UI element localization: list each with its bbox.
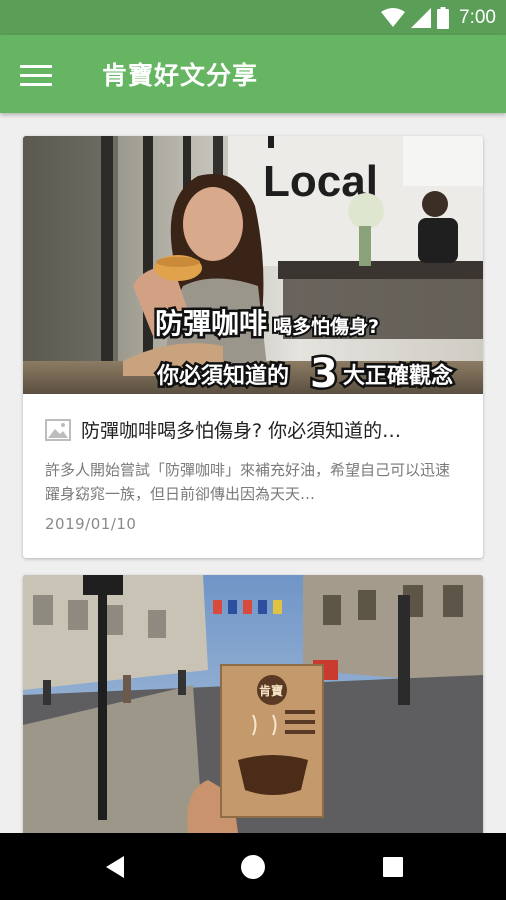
article-title[interactable]: 防彈咖啡喝多怕傷身? 你必須知道的…	[81, 416, 401, 443]
status-bar: 7:00	[0, 0, 506, 35]
svg-text:你必須知道的: 你必須知道的	[156, 363, 289, 389]
package-brand: 肯寶	[259, 683, 283, 698]
article-date: 2019/01/10	[45, 515, 137, 533]
home-icon	[241, 855, 265, 879]
svg-text:大正確觀念: 大正確觀念	[343, 363, 453, 389]
article-title-row[interactable]: 防彈咖啡喝多怕傷身? 你必須知道的…	[45, 416, 401, 443]
svg-text:3: 3	[310, 351, 338, 394]
navigation-bar	[0, 833, 506, 900]
menu-button[interactable]	[20, 57, 60, 93]
recents-icon	[383, 857, 403, 877]
app-bar: 肯寶好文分享	[0, 35, 506, 113]
back-icon	[106, 856, 124, 878]
article-card[interactable]: Local 防彈咖啡 喝多怕傷身? 你必須知道的 3 大正確觀念 防彈咖啡喝多怕…	[23, 136, 483, 558]
article-card[interactable]: 肯寶	[23, 575, 483, 833]
status-icons: 7:00	[381, 6, 496, 30]
app-title: 肯寶好文分享	[102, 61, 259, 90]
signal-icon	[411, 8, 432, 28]
cafe-photo: Local 防彈咖啡 喝多怕傷身? 你必須知道的 3 大正確觀念	[23, 136, 483, 394]
home-button[interactable]	[236, 850, 270, 884]
battery-icon	[437, 7, 450, 29]
wifi-icon	[381, 8, 406, 27]
menu-icon	[20, 64, 52, 68]
street-photo: 肯寶	[23, 575, 483, 833]
svg-text:防彈咖啡: 防彈咖啡	[155, 307, 267, 340]
article-excerpt: 許多人開始嘗試「防彈咖啡」來補充好油，希望自己可以迅速躍身窈窕一族，但日前卻傳出…	[45, 461, 451, 503]
article-cover-image: 肯寶	[23, 575, 483, 833]
article-cover-image: Local 防彈咖啡 喝多怕傷身? 你必須知道的 3 大正確觀念	[23, 136, 483, 394]
status-time: 7:00	[459, 7, 496, 28]
image-icon	[45, 418, 71, 441]
back-button[interactable]	[98, 850, 132, 884]
recents-button[interactable]	[376, 850, 410, 884]
article-feed[interactable]: Local 防彈咖啡 喝多怕傷身? 你必須知道的 3 大正確觀念 防彈咖啡喝多怕…	[0, 113, 506, 833]
svg-text:喝多怕傷身?: 喝多怕傷身?	[273, 315, 379, 338]
